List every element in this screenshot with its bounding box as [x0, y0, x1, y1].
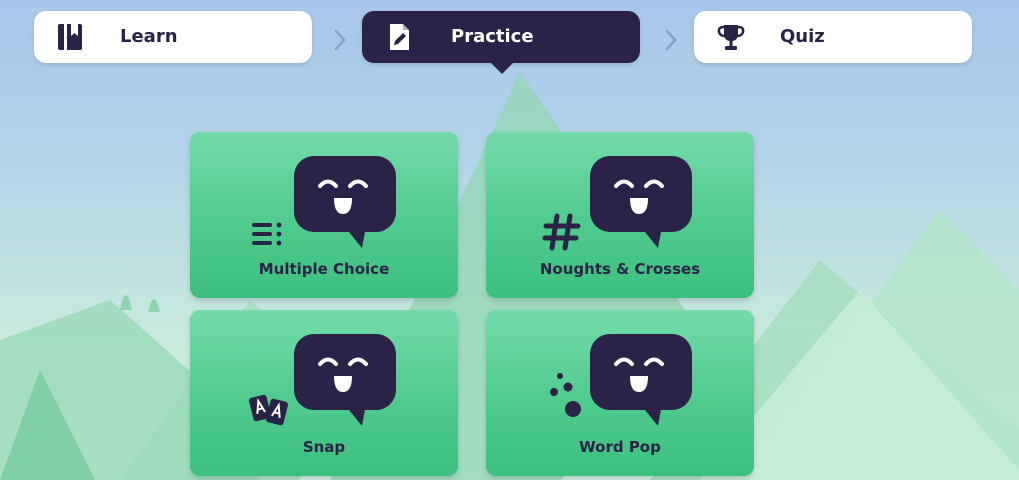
activity-label: Multiple Choice [258, 260, 390, 278]
trophy-icon [717, 25, 745, 50]
smiling-speech-bubble-icon [294, 156, 396, 248]
activity-label: Noughts & Crosses [539, 260, 701, 278]
edit-document-icon [390, 24, 409, 50]
bubbles-icon [550, 373, 581, 417]
activity-label: Word Pop [579, 438, 661, 456]
smiling-speech-bubble-icon [590, 334, 692, 426]
tab-quiz[interactable]: Quiz [694, 11, 972, 63]
tab-quiz-label: Quiz [780, 26, 825, 47]
smiling-speech-bubble-icon [294, 334, 396, 426]
list-icon [252, 222, 282, 246]
tab-practice-label: Practice [451, 26, 534, 47]
activity-card-multiple-choice[interactable]: Multiple Choice [190, 132, 458, 298]
book-icon [58, 24, 82, 50]
chevron-right-icon [334, 29, 346, 51]
tab-practice[interactable]: Practice [362, 11, 640, 74]
tab-learn[interactable]: Learn [34, 11, 312, 63]
activity-label: Snap [302, 438, 346, 456]
tab-learn-label: Learn [120, 26, 178, 47]
chevron-right-icon [665, 29, 677, 51]
activity-card-snap[interactable]: Snap [190, 310, 458, 476]
activity-card-word-pop[interactable]: Word Pop [486, 310, 754, 476]
active-tab-pointer [491, 63, 513, 74]
hashtag-icon [542, 213, 581, 251]
cards-icon [249, 394, 288, 426]
activity-card-noughts-crosses[interactable]: Noughts & Crosses [486, 132, 754, 298]
smiling-speech-bubble-icon [590, 156, 692, 248]
